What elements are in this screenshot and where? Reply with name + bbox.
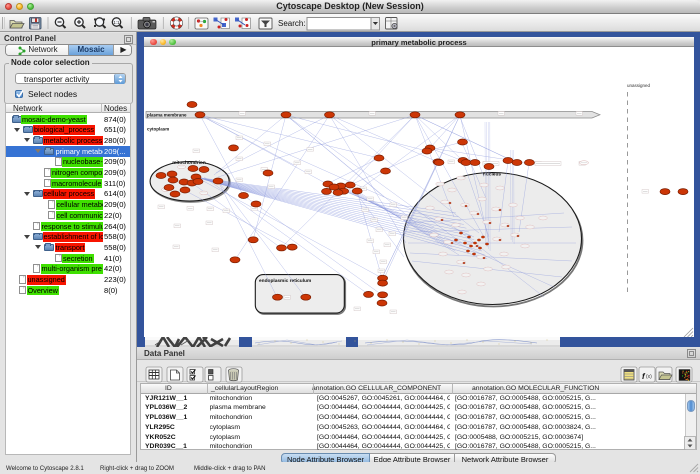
svg-text:unassigned: unassigned <box>627 83 651 88</box>
svg-text:Search:: Search: <box>278 19 306 28</box>
svg-text:endoplasmic reticulum: endoplasmic reticulum <box>259 278 311 284</box>
svg-text:(x): (x) <box>646 374 652 380</box>
svg-text:nucleus: nucleus <box>483 172 501 178</box>
svg-text:cytoplasm: cytoplasm <box>147 127 169 132</box>
svg-text:1:1: 1:1 <box>113 20 120 25</box>
svg-text:plasma membrane: plasma membrane <box>147 113 187 118</box>
svg-text:mitochondrion: mitochondrion <box>172 160 206 166</box>
